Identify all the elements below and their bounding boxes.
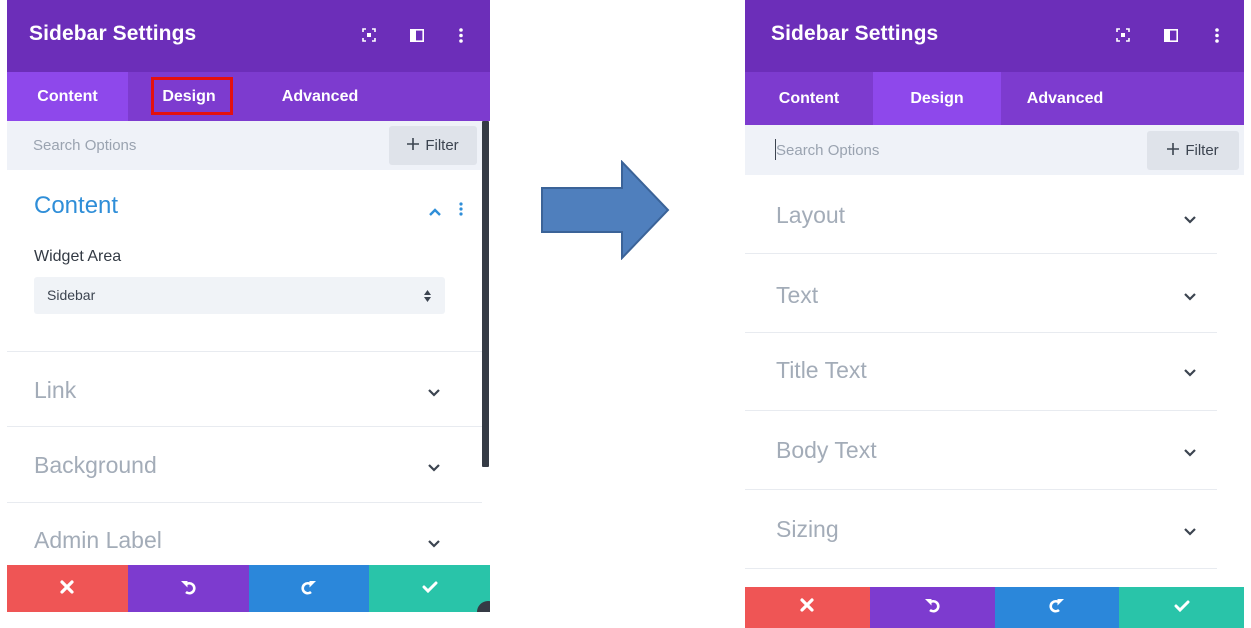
search-bar: Filter (745, 125, 1244, 175)
more-vertical-icon[interactable] (1205, 22, 1229, 48)
filter-label: Filter (1185, 142, 1219, 159)
chevron-down-icon (426, 537, 442, 549)
section-layout[interactable]: Layout (745, 175, 1217, 254)
chevron-up-icon[interactable] (428, 204, 442, 222)
tab-content[interactable]: Content (745, 72, 873, 125)
redo-button[interactable] (994, 587, 1120, 628)
widget-area-label: Widget Area (34, 248, 122, 265)
section-sizing[interactable]: Sizing (745, 490, 1217, 569)
cancel-button[interactable] (7, 565, 128, 612)
undo-icon (924, 597, 940, 618)
filter-button[interactable]: Filter (389, 126, 477, 165)
chevron-down-icon (1182, 290, 1198, 302)
section-background[interactable]: Background (7, 427, 482, 503)
section-title: Title Text (776, 357, 867, 383)
design-tab-highlight (151, 77, 233, 115)
chevron-down-icon (426, 461, 442, 473)
search-input[interactable] (776, 125, 1076, 175)
section-title: Sizing (776, 516, 839, 542)
save-button[interactable] (369, 565, 490, 612)
chevron-down-icon (1182, 525, 1198, 537)
save-button[interactable] (1119, 587, 1244, 628)
undo-icon (180, 579, 196, 600)
section-text[interactable]: Text (745, 254, 1217, 333)
undo-button[interactable] (869, 587, 995, 628)
panel-header: Sidebar Settings (7, 0, 490, 72)
action-bar (7, 565, 490, 612)
save-icon (422, 580, 438, 598)
cancel-button[interactable] (745, 587, 870, 628)
action-bar (745, 587, 1244, 628)
tab-bar: Content Design Advanced (7, 72, 490, 121)
section-title-text[interactable]: Title Text (745, 333, 1217, 411)
save-icon (1174, 599, 1190, 617)
tab-advanced[interactable]: Advanced (1001, 72, 1129, 125)
widget-area-select[interactable]: Sidebar (34, 277, 445, 314)
section-title: Link (34, 377, 77, 403)
chevron-down-icon (1182, 446, 1198, 458)
section-title: Background (34, 452, 157, 478)
chevron-down-icon (1182, 213, 1198, 225)
redo-button[interactable] (248, 565, 370, 612)
section-link[interactable]: Link (7, 352, 482, 427)
filter-label: Filter (425, 137, 459, 154)
select-value: Sidebar (47, 287, 96, 303)
split-view-icon[interactable] (405, 22, 429, 48)
panel-title: Sidebar Settings (771, 22, 939, 45)
scrollbar[interactable] (482, 121, 489, 467)
more-vertical-icon[interactable] (449, 22, 473, 48)
undo-button[interactable] (127, 565, 249, 612)
more-vertical-icon[interactable] (459, 202, 463, 221)
right-arrow-icon (541, 160, 670, 260)
tab-design[interactable]: Design (873, 72, 1001, 125)
section-title: Body Text (776, 437, 877, 463)
plus-icon (1167, 142, 1180, 159)
section-title[interactable]: Content (34, 192, 118, 220)
split-view-icon[interactable] (1159, 22, 1183, 48)
chevron-down-icon (426, 386, 442, 398)
screen-icon[interactable] (1111, 22, 1135, 48)
panel-header: Sidebar Settings (745, 0, 1244, 72)
redo-icon (1049, 597, 1065, 618)
redo-icon (301, 579, 317, 600)
screen-icon[interactable] (357, 22, 381, 48)
tab-bar: Content Design Advanced (745, 72, 1244, 125)
settings-panel-before: Sidebar Settings Content Design Advanced… (7, 0, 490, 612)
search-bar: Filter (7, 121, 482, 170)
tab-content[interactable]: Content (7, 72, 128, 121)
section-body-text[interactable]: Body Text (745, 411, 1217, 490)
section-title: Layout (776, 202, 846, 228)
settings-panel-after: Sidebar Settings Content Design Advanced… (745, 0, 1244, 628)
search-input[interactable] (33, 121, 333, 170)
sort-arrows-icon (424, 289, 431, 307)
chevron-down-icon (1182, 366, 1198, 378)
section-admin-label[interactable]: Admin Label (7, 503, 482, 565)
tab-advanced[interactable]: Advanced (269, 72, 371, 121)
section-title: Admin Label (34, 527, 162, 553)
plus-icon (407, 137, 420, 154)
section-title: Text (776, 282, 819, 308)
filter-button[interactable]: Filter (1147, 131, 1239, 170)
cancel-icon (60, 579, 74, 599)
cancel-icon (800, 598, 814, 617)
section-content-expanded: Content Widget Area Sidebar (7, 170, 482, 352)
panel-title: Sidebar Settings (29, 22, 197, 45)
